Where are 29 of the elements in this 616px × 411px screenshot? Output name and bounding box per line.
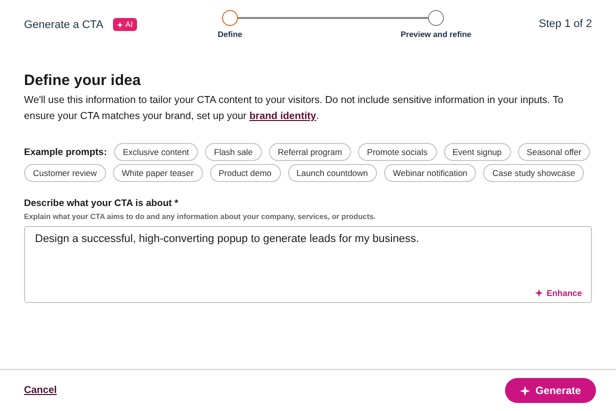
prompt-chip[interactable]: White paper teaser bbox=[112, 164, 203, 182]
field-label: Describe what your CTA is about * bbox=[24, 198, 180, 209]
prompt-chip[interactable]: Exclusive content bbox=[114, 143, 198, 161]
ai-badge: AI bbox=[113, 18, 137, 31]
prompt-chip[interactable]: Promote socials bbox=[358, 143, 437, 161]
prompts-label: Example prompts: bbox=[24, 146, 107, 158]
section-heading: Define your idea bbox=[24, 72, 142, 89]
page-title: Generate a CTA bbox=[24, 18, 104, 30]
step-label: Define bbox=[218, 30, 242, 39]
prompt-chip[interactable]: Event signup bbox=[444, 143, 511, 161]
brand-identity-link[interactable]: brand identity bbox=[249, 111, 316, 122]
step-count: Step 1 of 2 bbox=[538, 18, 592, 30]
prompt-chip[interactable]: Flash sale bbox=[205, 143, 262, 161]
cancel-link[interactable]: Cancel bbox=[24, 385, 57, 396]
step-label: Preview and refine bbox=[400, 30, 472, 39]
prompt-chip[interactable]: Referral program bbox=[268, 143, 352, 161]
enhance-button[interactable]: Enhance bbox=[534, 288, 582, 298]
prompt-chip[interactable]: Launch countdown bbox=[288, 164, 377, 182]
prompt-chip[interactable]: Case study showcase bbox=[483, 164, 584, 182]
prompt-chip[interactable]: Customer review bbox=[24, 164, 106, 182]
intro-text: We'll use this information to tailor your CTA content to your visitors. Do not include sensitive information in your inputs. To ensure your CTA matches your brand, set up your brand identity. bbox=[24, 94, 564, 124]
sparkle-icon bbox=[117, 22, 124, 28]
sparkle-icon bbox=[520, 386, 530, 396]
sparkle-icon bbox=[534, 289, 543, 297]
prompt-chip[interactable]: Seasonal offer bbox=[518, 143, 590, 161]
generate-button[interactable]: Generate bbox=[505, 378, 596, 403]
prompt-chip[interactable]: Product demo bbox=[210, 164, 281, 182]
description-field[interactable]: Design a successful, high-converting popup to generate leads for my business. Enhance bbox=[24, 226, 592, 303]
prompt-chip[interactable]: Webinar notification bbox=[384, 164, 476, 182]
